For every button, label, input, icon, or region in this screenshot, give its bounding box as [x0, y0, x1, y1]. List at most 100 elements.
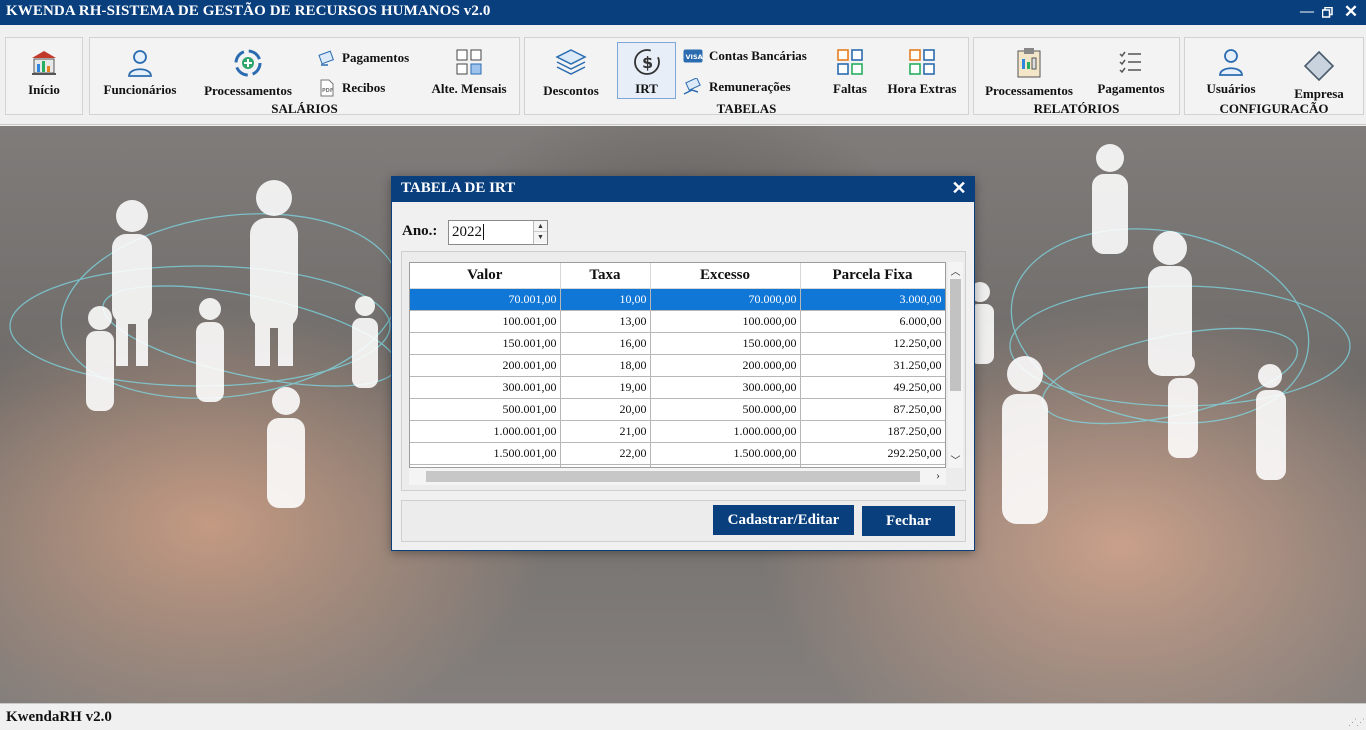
inicio-label: Início	[28, 82, 60, 97]
svg-text:VISA: VISA	[686, 53, 703, 61]
remuneracoes-button[interactable]: Remunerações	[683, 78, 791, 96]
cell-parcela-fixa: 49.250,00	[800, 376, 945, 399]
cell-excesso: 500.000,00	[650, 398, 801, 421]
table-row[interactable]: 100.001,00 13,00 100.000,00 6.000,00	[410, 310, 945, 333]
cell-excesso: 70.000,00	[650, 288, 801, 311]
usuarios-button[interactable]: Usuários	[1200, 47, 1262, 97]
employee-icon	[128, 50, 152, 77]
bank-chart-icon	[32, 51, 56, 75]
scroll-down-icon[interactable]: ﹀	[948, 452, 963, 467]
cell-valor: 100.001,00	[410, 310, 561, 333]
recibos-button[interactable]: PDF Recibos	[318, 79, 385, 97]
user-icon	[1219, 49, 1243, 76]
status-bar: KwendaRH v2.0 ⋰⋰	[0, 703, 1366, 730]
funcionarios-button[interactable]: Funcionários	[100, 48, 180, 98]
column-header-excesso[interactable]: Excesso	[650, 263, 801, 289]
visa-card-icon: VISA	[683, 49, 703, 63]
restore-button[interactable]	[1317, 2, 1337, 22]
cell-valor: 500.001,00	[410, 398, 561, 421]
scroll-right-icon[interactable]: ›	[936, 468, 940, 483]
table-row[interactable]: 300.001,00 19,00 300.000,00 49.250,00	[410, 376, 945, 399]
spinner-buttons: ▲ ▼	[533, 221, 547, 244]
cell-parcela-fixa: 31.250,00	[800, 354, 945, 377]
fechar-button[interactable]: Fechar	[862, 506, 955, 536]
remuneracoes-label: Remunerações	[709, 79, 791, 94]
cell-taxa: 13,00	[560, 310, 651, 333]
cell-valor: 200.001,00	[410, 354, 561, 377]
cell-valor: 300.001,00	[410, 376, 561, 399]
alte-mensais-button[interactable]: Alte. Mensais	[426, 47, 512, 97]
group-salarios-label: SALÁRIOS	[271, 101, 338, 116]
minimize-button[interactable]: —	[1297, 2, 1317, 22]
cadastrar-editar-button[interactable]: Cadastrar/Editar	[713, 505, 854, 535]
empresa-button[interactable]: Empresa	[1290, 50, 1348, 102]
cell-excesso: 1.500.000,00	[650, 442, 801, 465]
inicio-button[interactable]: Início	[14, 48, 74, 98]
vertical-scrollbar[interactable]: ︿ ﹀	[948, 262, 963, 468]
cell-parcela-fixa: 3.000,00	[800, 288, 945, 311]
hora-extras-button[interactable]: Hora Extras	[884, 47, 960, 97]
close-app-button[interactable]: ✕	[1341, 2, 1361, 22]
descontos-button[interactable]: Descontos	[537, 47, 605, 99]
recibos-label: Recibos	[342, 80, 386, 95]
scroll-up-icon[interactable]: ︿	[948, 263, 963, 278]
ano-input[interactable]	[449, 221, 535, 244]
horizontal-scroll-thumb[interactable]	[426, 471, 920, 482]
column-header-valor[interactable]: Valor	[410, 263, 561, 289]
alte-mensais-label: Alte. Mensais	[431, 81, 507, 96]
table-row[interactable]: 500.001,00 20,00 500.000,00 87.250,00	[410, 398, 945, 421]
spin-down-button[interactable]: ▼	[534, 232, 547, 243]
process-cycle-icon	[234, 49, 262, 77]
pagamentos-salarios-button[interactable]: Pagamentos	[318, 49, 409, 67]
contas-bancarias-button[interactable]: VISA Contas Bancárias	[683, 48, 807, 64]
column-header-parcela-fixa[interactable]: Parcela Fixa	[800, 263, 945, 289]
table-row-selected[interactable]: 70.001,00 10,00 70.000,00 3.000,00	[410, 288, 945, 311]
dialog-header: TABELA DE IRT ✕	[392, 177, 974, 202]
cell-parcela-fixa: 6.000,00	[800, 310, 945, 333]
pagamentos-salarios-label: Pagamentos	[342, 50, 410, 65]
faltas-label: Faltas	[833, 81, 867, 96]
empresa-label: Empresa	[1294, 86, 1344, 101]
processamentos-salarios-button[interactable]: Processamentos	[198, 47, 298, 99]
usuarios-label: Usuários	[1206, 81, 1256, 96]
pagamentos-relatorios-label: Pagamentos	[1097, 81, 1165, 96]
horizontal-scrollbar[interactable]: ›	[409, 468, 946, 485]
money-hand-icon	[683, 78, 701, 95]
processamentos-salarios-label: Processamentos	[204, 83, 292, 98]
irt-grid-panel: Valor Taxa Excesso Parcela Fixa 70.001,0…	[401, 251, 966, 491]
table-header-row: Valor Taxa Excesso Parcela Fixa	[410, 263, 945, 289]
descontos-label: Descontos	[543, 83, 599, 98]
column-header-taxa[interactable]: Taxa	[560, 263, 651, 289]
irt-button[interactable]: $ IRT	[617, 42, 676, 99]
processamentos-relatorios-label: Processamentos	[985, 83, 1073, 98]
dialog-button-panel: Cadastrar/Editar Fechar	[401, 500, 966, 542]
cell-taxa: 10,00	[560, 288, 651, 311]
dialog-close-icon[interactable]: ✕	[949, 178, 969, 200]
ano-spinner[interactable]: ▲ ▼	[448, 220, 548, 245]
vertical-scroll-thumb[interactable]	[950, 279, 961, 391]
text-caret	[483, 224, 484, 240]
table-row[interactable]: 1.500.001,00 22,00 1.500.000,00 292.250,…	[410, 442, 945, 465]
spin-up-button[interactable]: ▲	[534, 221, 547, 232]
cell-taxa: 16,00	[560, 332, 651, 355]
irt-table[interactable]: Valor Taxa Excesso Parcela Fixa 70.001,0…	[409, 262, 946, 468]
absence-grid-icon	[837, 49, 863, 75]
svg-text:$: $	[642, 53, 653, 72]
report-clipboard-icon	[1017, 48, 1041, 78]
table-row[interactable]: 200.001,00 18,00 200.000,00 31.250,00	[410, 354, 945, 377]
group-relatorios-label: RELATÓRIOS	[1033, 101, 1120, 116]
faltas-button[interactable]: Faltas	[826, 47, 874, 97]
resize-grip-icon[interactable]: ⋰⋰	[1348, 717, 1365, 728]
pagamentos-relatorios-button[interactable]: Pagamentos	[1094, 47, 1168, 97]
overtime-grid-icon	[909, 49, 935, 75]
title-bar: KWENDA RH-SISTEMA DE GESTÃO DE RECURSOS …	[0, 0, 1366, 25]
cell-valor: 1.000.001,00	[410, 420, 561, 443]
funcionarios-label: Funcionários	[103, 82, 177, 97]
cell-taxa: 18,00	[560, 354, 651, 377]
ribbon-toolbar: Início SALÁRIOS Funcionários Processamen…	[0, 25, 1366, 125]
table-row[interactable]: 1.000.001,00 21,00 1.000.000,00 187.250,…	[410, 420, 945, 443]
cell-excesso: 1.000.000,00	[650, 420, 801, 443]
cell-valor: 1.500.001,00	[410, 442, 561, 465]
table-row[interactable]: 150.001,00 16,00 150.000,00 12.250,00	[410, 332, 945, 355]
processamentos-relatorios-button[interactable]: Processamentos	[980, 47, 1078, 99]
